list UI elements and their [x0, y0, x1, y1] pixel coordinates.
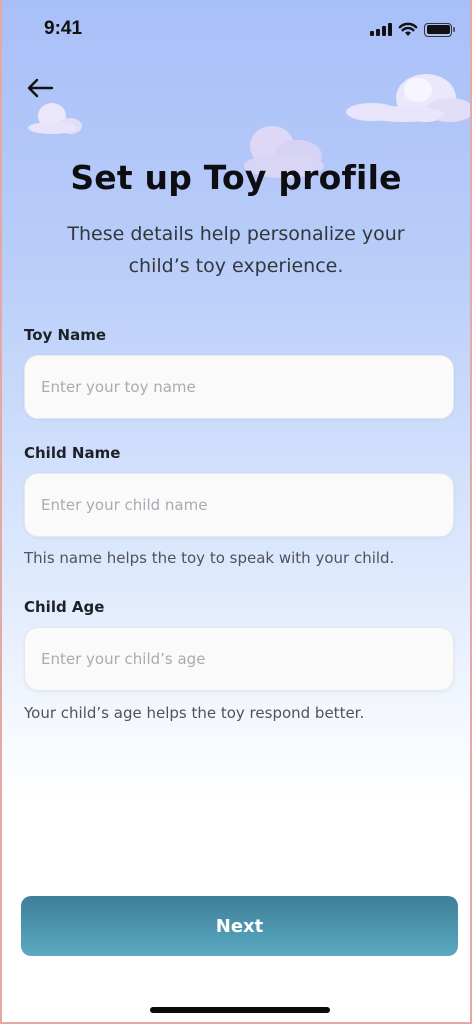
battery-icon [424, 22, 455, 37]
toy-profile-screen: 9:41 Set up Toy profile These details he… [0, 0, 472, 1024]
home-indicator [150, 1007, 330, 1013]
child-name-input[interactable] [24, 473, 454, 537]
page-title: Set up Toy profile [70, 158, 402, 197]
arrow-left-icon [27, 78, 54, 98]
toy-name-input[interactable] [24, 355, 454, 419]
page-subtitle: These details help personalize your chil… [67, 223, 405, 277]
cloud-icon [346, 74, 470, 122]
cellular-signal-icon [370, 23, 392, 36]
toy-name-label: Toy Name [24, 326, 107, 344]
child-name-hint: This name helps the toy to speak with yo… [24, 549, 395, 567]
status-time: 9:41 [44, 18, 83, 39]
child-age-label: Child Age [24, 598, 105, 616]
next-button[interactable]: Next [21, 896, 458, 956]
child-age-input[interactable] [24, 627, 454, 691]
status-icons [370, 22, 455, 37]
wifi-icon [398, 22, 418, 36]
child-age-hint: Your child’s age helps the toy respond b… [24, 704, 365, 722]
status-bar: 9:41 [2, 0, 470, 60]
child-name-label: Child Name [24, 444, 121, 462]
back-button[interactable] [22, 72, 58, 104]
